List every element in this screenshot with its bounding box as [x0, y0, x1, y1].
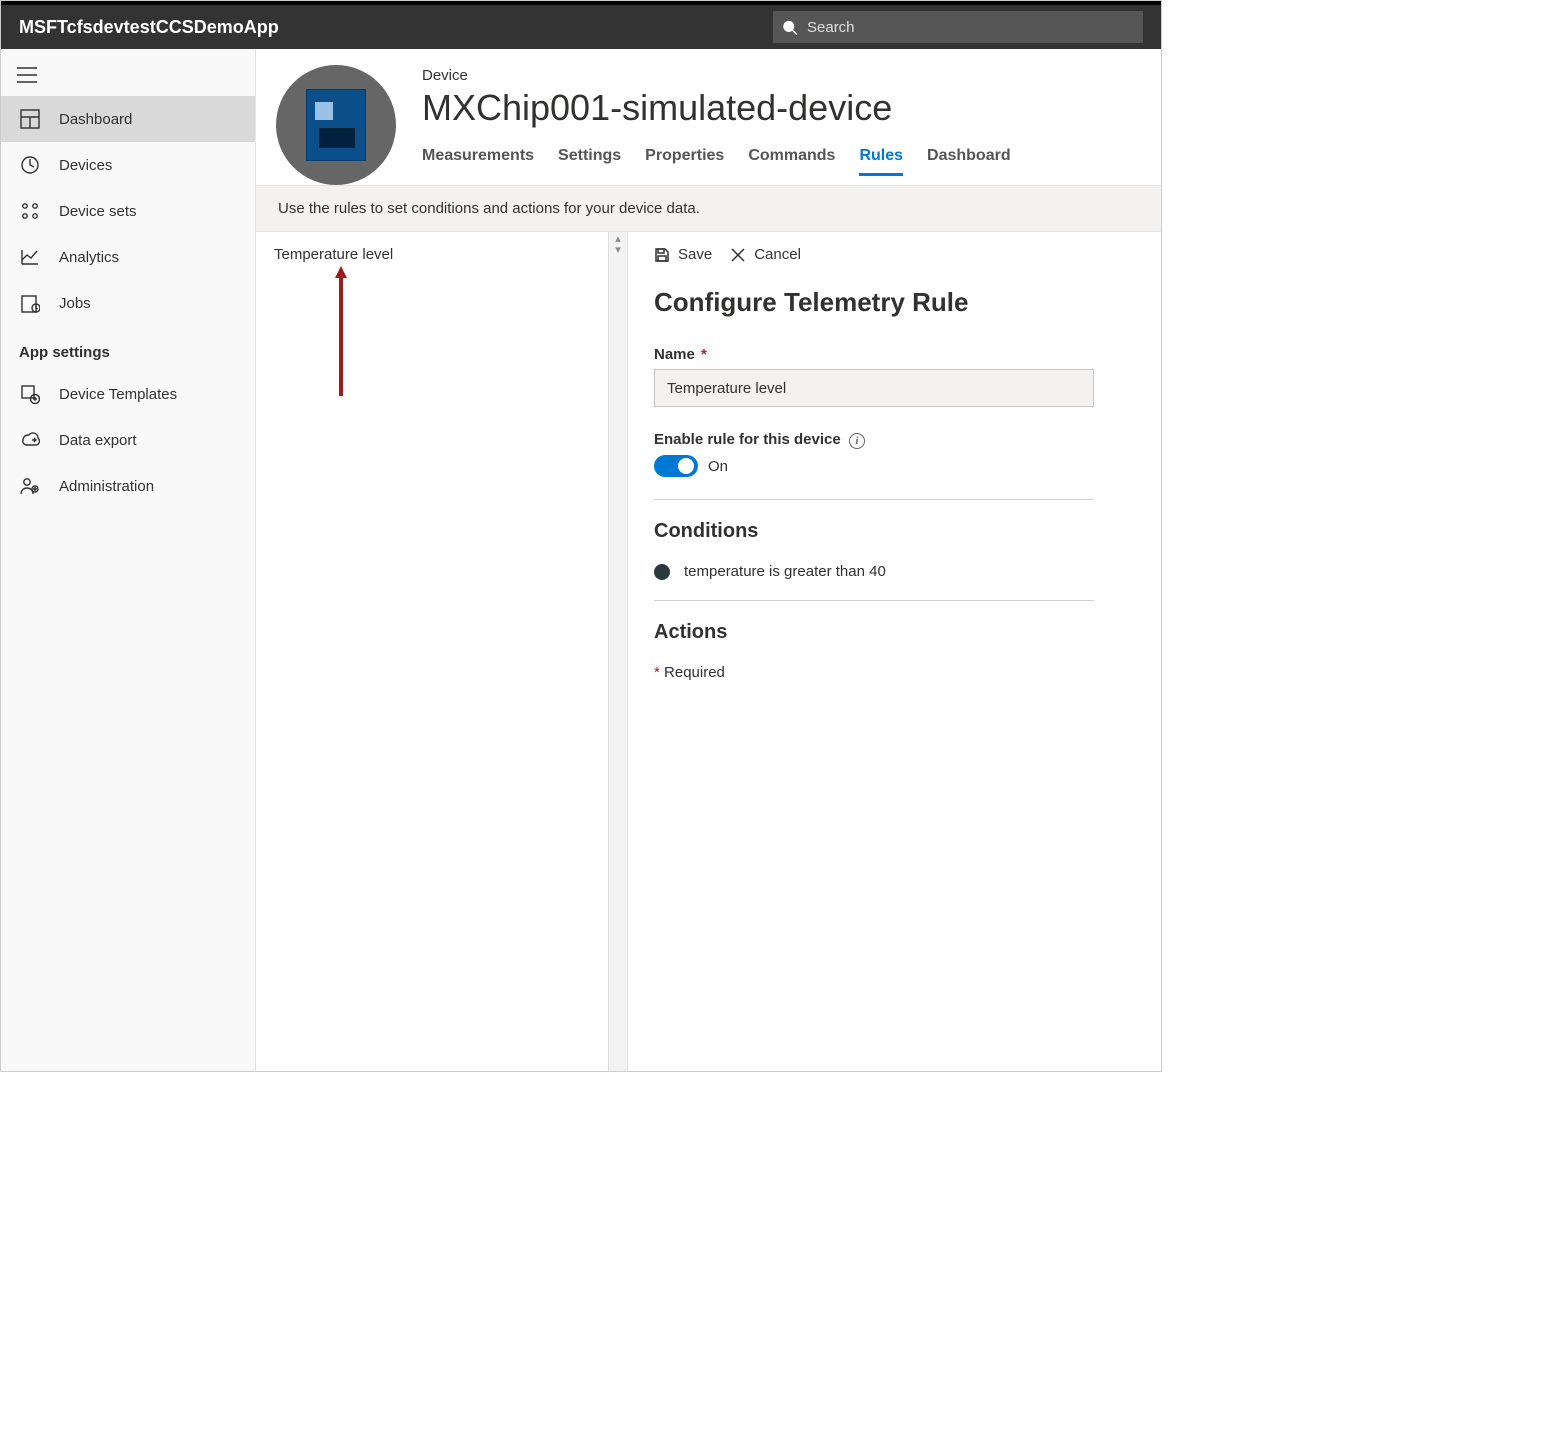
conditions-heading: Conditions — [654, 520, 1135, 543]
condition-dot-icon — [654, 564, 670, 580]
sidebar-item-label: Administration — [59, 478, 154, 495]
sidebar-section-app-settings: App settings — [1, 326, 255, 371]
tab-rules[interactable]: Rules — [859, 147, 903, 176]
app-title: MSFTcfsdevtestCCSDemoApp — [19, 17, 279, 38]
chip-board-icon — [306, 89, 366, 161]
toggle-state-label: On — [708, 458, 728, 475]
save-icon — [654, 247, 670, 263]
condition-row[interactable]: temperature is greater than 40 — [654, 563, 1135, 580]
divider — [654, 499, 1094, 500]
cancel-button[interactable]: Cancel — [730, 246, 801, 263]
enable-rule-label: Enable rule for this device i — [654, 431, 1135, 449]
stepper-down-icon[interactable]: ▾ — [615, 245, 621, 256]
sidebar-item-label: Data export — [59, 432, 137, 449]
tab-settings[interactable]: Settings — [558, 147, 621, 176]
devices-icon — [19, 154, 41, 176]
sidebar-item-devices[interactable]: Devices — [1, 142, 255, 188]
tab-measurements[interactable]: Measurements — [422, 147, 534, 176]
device-templates-icon — [19, 383, 41, 405]
annotation-arrow-icon — [334, 266, 348, 396]
sidebar-item-label: Device sets — [59, 203, 137, 220]
rule-form: Save Cancel Configure Telemetry Rule Nam… — [628, 232, 1161, 1071]
info-icon[interactable]: i — [849, 433, 865, 449]
panel-title: Configure Telemetry Rule — [654, 287, 1135, 318]
rule-list-item[interactable]: Temperature level — [274, 246, 590, 263]
search-icon — [783, 19, 799, 35]
divider — [654, 600, 1094, 601]
search-input[interactable] — [807, 19, 1133, 36]
sidebar-item-jobs[interactable]: Jobs — [1, 280, 255, 326]
save-button[interactable]: Save — [654, 246, 712, 263]
sidebar-item-label: Device Templates — [59, 386, 177, 403]
dashboard-icon — [19, 108, 41, 130]
administration-icon — [19, 475, 41, 497]
sidebar-item-label: Jobs — [59, 295, 91, 312]
analytics-icon — [19, 246, 41, 268]
sidebar-item-device-templates[interactable]: Device Templates — [1, 371, 255, 417]
sidebar-item-label: Analytics — [59, 249, 119, 266]
sidebar-item-label: Dashboard — [59, 111, 132, 128]
sidebar-item-device-sets[interactable]: Device sets — [1, 188, 255, 234]
sidebar-item-data-export[interactable]: Data export — [1, 417, 255, 463]
rule-list: Temperature level — [256, 232, 608, 1071]
jobs-icon — [19, 292, 41, 314]
tab-dashboard[interactable]: Dashboard — [927, 147, 1011, 176]
device-sets-icon — [19, 200, 41, 222]
close-icon — [730, 247, 746, 263]
enable-rule-toggle[interactable] — [654, 455, 698, 477]
name-input[interactable] — [654, 369, 1094, 407]
device-tabs: Measurements Settings Properties Command… — [422, 147, 1141, 176]
search-box[interactable] — [773, 11, 1143, 43]
device-kicker: Device — [422, 67, 1141, 84]
sidebar: Dashboard Devices Device sets Analytics … — [1, 49, 256, 1071]
tab-properties[interactable]: Properties — [645, 147, 724, 176]
rule-list-stepper: ▴ ▾ — [608, 232, 628, 1071]
device-title: MXChip001-simulated-device — [422, 86, 1141, 129]
required-note: * Required — [654, 664, 1135, 681]
device-header: Device MXChip001-simulated-device Measur… — [256, 49, 1161, 185]
sidebar-item-label: Devices — [59, 157, 112, 174]
device-avatar — [276, 65, 396, 185]
tab-commands[interactable]: Commands — [748, 147, 835, 176]
sidebar-item-administration[interactable]: Administration — [1, 463, 255, 509]
save-label: Save — [678, 246, 712, 263]
data-export-icon — [19, 429, 41, 451]
rules-banner: Use the rules to set conditions and acti… — [256, 185, 1161, 232]
name-label: Name * — [654, 346, 1135, 363]
actions-heading: Actions — [654, 621, 1135, 644]
cancel-label: Cancel — [754, 246, 801, 263]
condition-text: temperature is greater than 40 — [684, 563, 886, 580]
sidebar-item-analytics[interactable]: Analytics — [1, 234, 255, 280]
hamburger-button[interactable] — [1, 57, 53, 96]
top-bar: MSFTcfsdevtestCCSDemoApp — [1, 1, 1161, 49]
sidebar-item-dashboard[interactable]: Dashboard — [1, 96, 255, 142]
